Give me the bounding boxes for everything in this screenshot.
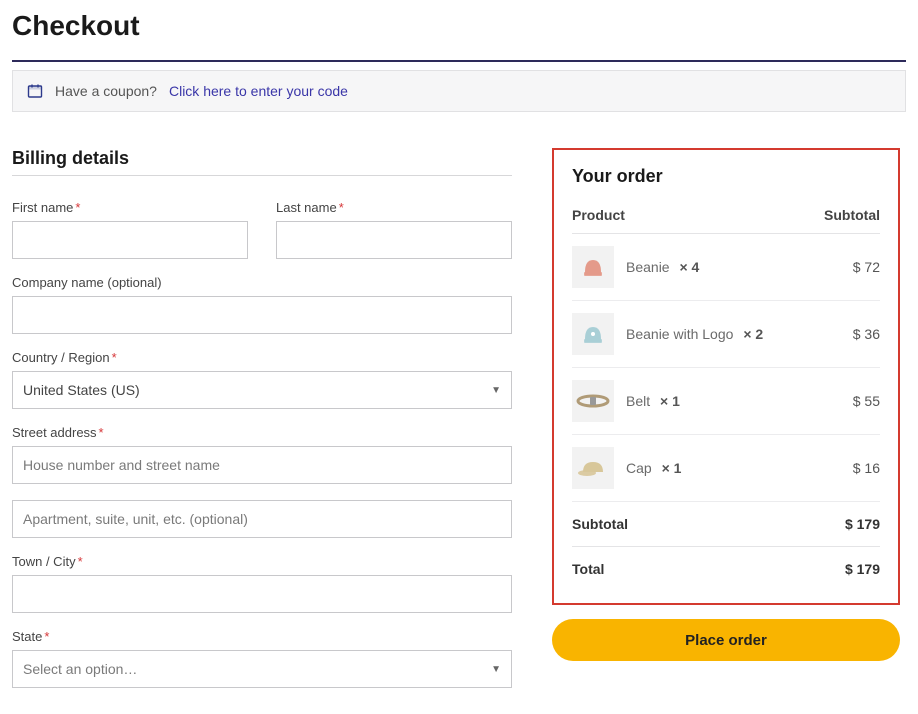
company-label: Company name (optional) — [12, 275, 512, 290]
place-order-button[interactable]: Place order — [552, 619, 900, 661]
product-name: Beanie × 4 — [626, 259, 841, 275]
product-thumb — [572, 313, 614, 355]
billing-heading: Billing details — [12, 148, 512, 176]
billing-section: Billing details First name* Last name* C… — [12, 148, 512, 704]
order-col-product: Product — [572, 207, 625, 223]
product-thumb — [572, 246, 614, 288]
page-title: Checkout — [12, 10, 906, 42]
country-select[interactable]: United States (US) ▼ — [12, 371, 512, 409]
subtotal-value: $ 179 — [845, 516, 880, 532]
state-label: State* — [12, 629, 512, 644]
country-value: United States (US) — [23, 382, 140, 398]
subtotal-label: Subtotal — [572, 516, 628, 532]
state-select[interactable]: Select an option… ▼ — [12, 650, 512, 688]
state-placeholder: Select an option… — [23, 661, 137, 677]
product-name: Cap × 1 — [626, 460, 841, 476]
last-name-input[interactable] — [276, 221, 512, 259]
product-subtotal: $ 72 — [853, 259, 880, 275]
product-qty: × 2 — [743, 326, 763, 342]
order-item: Cap × 1 $ 16 — [572, 435, 880, 502]
required-mark: * — [75, 200, 80, 215]
product-thumb — [572, 380, 614, 422]
order-box: Your order Product Subtotal Beanie × 4 $ … — [552, 148, 900, 605]
order-item: Beanie with Logo × 2 $ 36 — [572, 301, 880, 368]
product-qty: × 1 — [660, 393, 680, 409]
required-mark: * — [44, 629, 49, 644]
coupon-prompt: Have a coupon? — [55, 83, 157, 99]
product-name: Beanie with Logo × 2 — [626, 326, 841, 342]
product-thumb — [572, 447, 614, 489]
required-mark: * — [112, 350, 117, 365]
product-qty: × 4 — [679, 259, 699, 275]
product-subtotal: $ 55 — [853, 393, 880, 409]
required-mark: * — [78, 554, 83, 569]
country-label: Country / Region* — [12, 350, 512, 365]
order-item: Belt × 1 $ 55 — [572, 368, 880, 435]
street-label: Street address* — [12, 425, 512, 440]
coupon-bar: Have a coupon? Click here to enter your … — [12, 70, 906, 112]
product-subtotal: $ 36 — [853, 326, 880, 342]
company-input[interactable] — [12, 296, 512, 334]
town-label: Town / City* — [12, 554, 512, 569]
order-col-subtotal: Subtotal — [824, 207, 880, 223]
total-value: $ 179 — [845, 561, 880, 577]
coupon-icon — [27, 83, 43, 99]
first-name-label: First name* — [12, 200, 248, 215]
required-mark: * — [99, 425, 104, 440]
order-item: Beanie × 4 $ 72 — [572, 234, 880, 301]
product-qty: × 1 — [662, 460, 682, 476]
first-name-input[interactable] — [12, 221, 248, 259]
order-heading: Your order — [572, 166, 880, 187]
order-sidebar: Your order Product Subtotal Beanie × 4 $ … — [552, 148, 900, 661]
last-name-label: Last name* — [276, 200, 512, 215]
street1-input[interactable] — [12, 446, 512, 484]
total-label: Total — [572, 561, 604, 577]
chevron-down-icon: ▼ — [491, 664, 501, 675]
town-input[interactable] — [12, 575, 512, 613]
required-mark: * — [339, 200, 344, 215]
divider — [12, 60, 906, 62]
product-name: Belt × 1 — [626, 393, 841, 409]
product-subtotal: $ 16 — [853, 460, 880, 476]
coupon-link[interactable]: Click here to enter your code — [169, 83, 348, 99]
street2-input[interactable] — [12, 500, 512, 538]
chevron-down-icon: ▼ — [491, 385, 501, 396]
